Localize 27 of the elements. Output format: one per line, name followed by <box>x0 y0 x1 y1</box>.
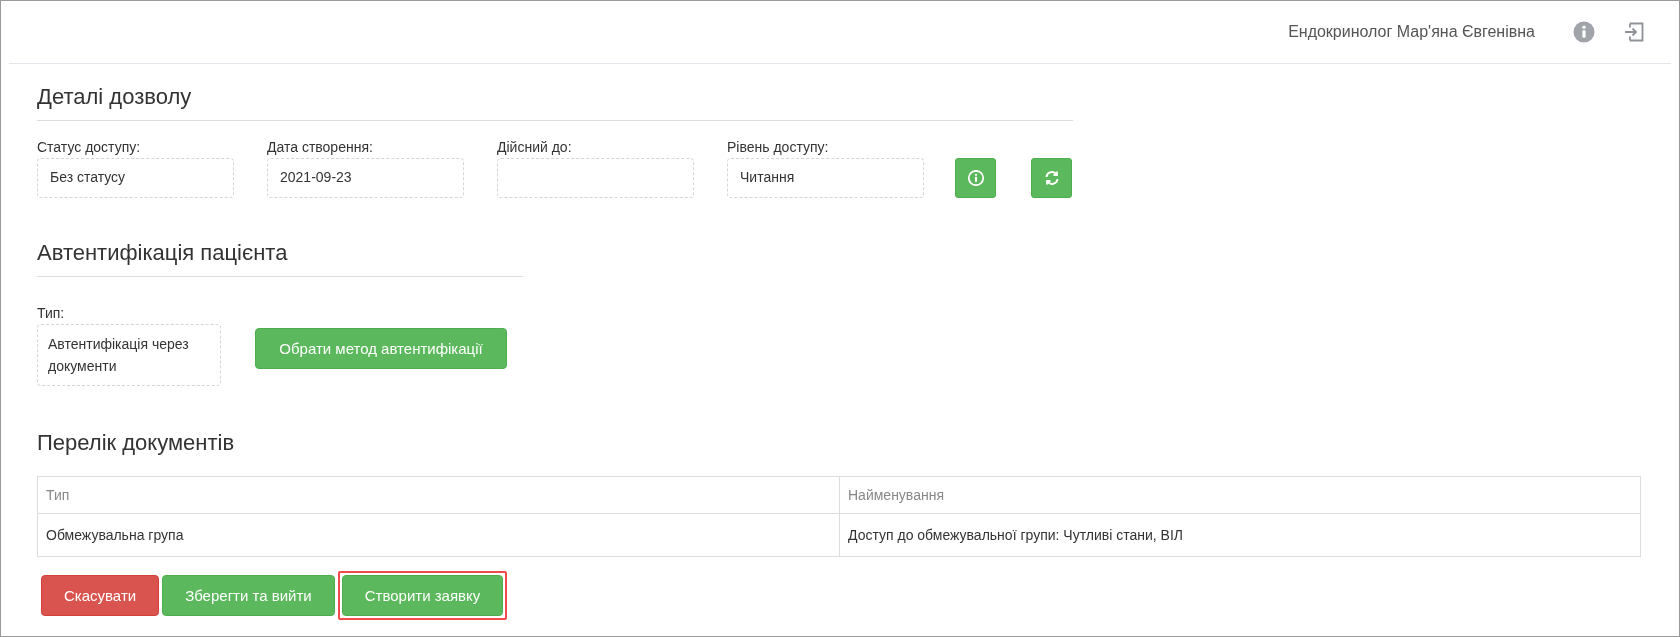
field-label: Дійсний до: <box>497 139 573 155</box>
readonly-field: Автентифікація через документи <box>37 324 221 386</box>
field-label: Статус доступу: <box>37 139 142 155</box>
choose-method-button[interactable]: Обрати метод автентифікації <box>255 328 507 369</box>
table-cell: Обмежувальна група <box>37 513 840 557</box>
refresh-button[interactable] <box>1031 158 1072 198</box>
section-title: Автентифікація пацієнта <box>37 239 289 267</box>
info-icon <box>967 170 984 186</box>
field-label: Тип: <box>37 305 66 321</box>
refresh-icon <box>1043 170 1060 186</box>
info-button[interactable] <box>955 158 996 198</box>
readonly-field: Без статусу <box>37 158 234 198</box>
readonly-field: Читання <box>727 158 924 198</box>
section-title: Деталі дозволу <box>37 83 193 111</box>
column-header: Тип <box>37 476 840 514</box>
table-cell: Доступ до обмежувальної групи: Чутливі стани, ВІЛ <box>839 513 1641 557</box>
logout-icon[interactable] <box>1623 21 1645 43</box>
field-label: Дата створення: <box>267 139 374 155</box>
action-button[interactable]: Створити заявку <box>341 575 504 616</box>
action-button[interactable]: Скасувати <box>41 575 160 616</box>
column-header: Найменування <box>839 476 1641 514</box>
readonly-field: 2021-09-23 <box>267 158 464 198</box>
user-name: Ендокринолог Мар'яна Євгенівна <box>1288 23 1535 41</box>
info-icon[interactable] <box>1573 21 1595 43</box>
action-button[interactable]: Зберегти та вийти <box>162 575 335 616</box>
section-title: Перелік документів <box>37 429 236 457</box>
field-label: Рівень доступу: <box>727 139 830 155</box>
